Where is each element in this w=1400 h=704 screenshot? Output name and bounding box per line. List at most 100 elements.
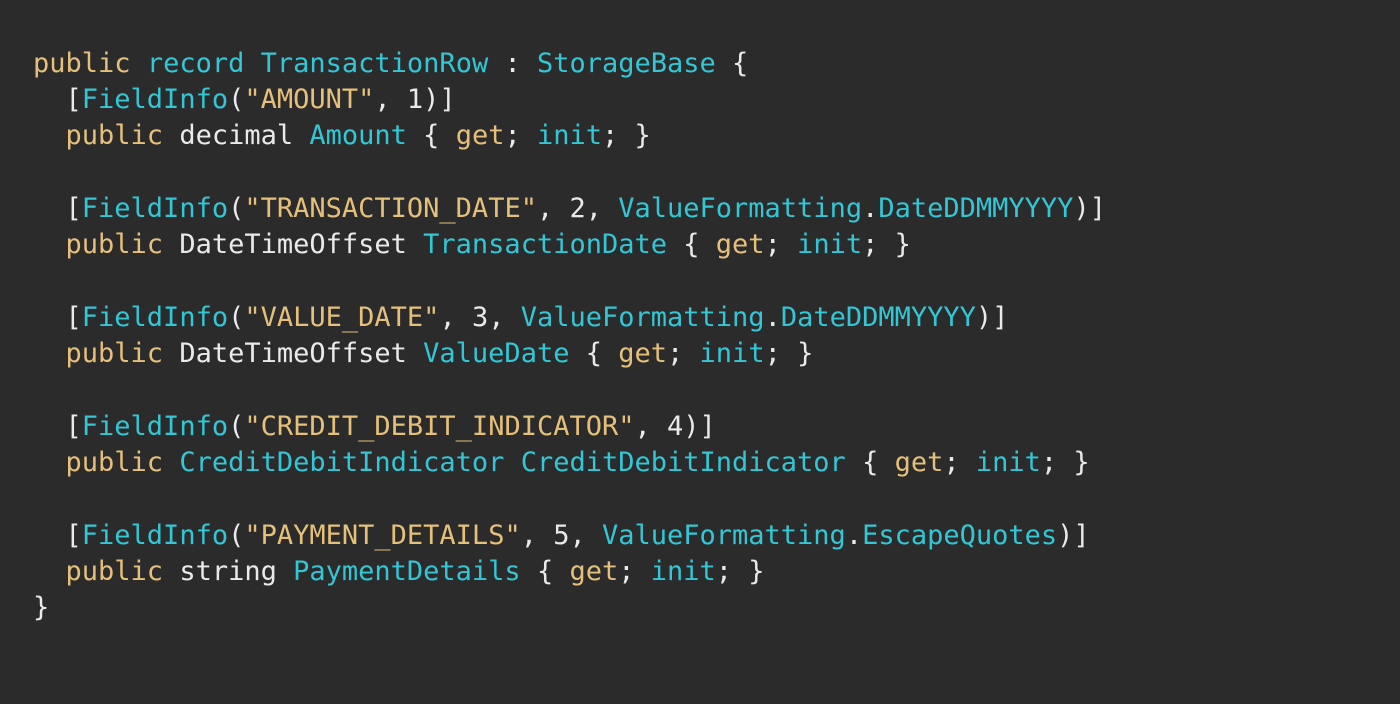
- code-token-plain: ; }: [862, 229, 911, 260]
- code-token-attr: FieldInfo: [81, 302, 229, 333]
- code-token-plain: ; }: [1040, 447, 1090, 478]
- code-token-kw: public: [33, 48, 131, 79]
- code-line: }: [33, 590, 1400, 626]
- code-token-str: "PAYMENT_DETAILS": [244, 520, 521, 551]
- code-token-kw2: init: [797, 229, 863, 260]
- code-line: [FieldInfo("TRANSACTION_DATE", 2, ValueF…: [33, 191, 1400, 227]
- code-line: [FieldInfo("CREDIT_DEBIT_INDICATOR", 4)]: [33, 409, 1400, 445]
- code-token-plain: {: [845, 447, 895, 478]
- code-token-plain: }: [33, 592, 50, 623]
- code-token-plain: )]: [1073, 193, 1106, 224]
- code-token-plain: .: [845, 520, 863, 551]
- code-token-kw: get: [618, 338, 668, 369]
- code-token-attr: FieldInfo: [81, 84, 229, 115]
- code-token-plain: [: [33, 302, 82, 333]
- code-token-kw: public: [65, 447, 164, 478]
- code-token-plain: ;: [764, 229, 798, 260]
- code-token-plain: .: [764, 302, 781, 333]
- code-token-type: DateDDMMYYYY: [878, 193, 1074, 224]
- code-token-kw: public: [65, 556, 164, 587]
- code-token-plain: , 1)]: [374, 84, 456, 115]
- code-token-type: DateDDMMYYYY: [780, 302, 976, 333]
- code-token-ident: ValueDate: [423, 338, 570, 369]
- code-line: [FieldInfo("VALUE_DATE", 3, ValueFormatt…: [33, 300, 1400, 336]
- code-block[interactable]: public record TransactionRow : StorageBa…: [33, 46, 1400, 626]
- code-token-kw2: init: [975, 447, 1041, 478]
- code-token-plain: ; }: [602, 120, 651, 151]
- code-token-str: "TRANSACTION_DATE": [244, 193, 537, 224]
- code-token-kw: public: [65, 338, 164, 369]
- code-token-attr: FieldInfo: [81, 520, 229, 551]
- code-token-plain: ; }: [715, 556, 765, 587]
- code-token-plain: (: [228, 411, 245, 442]
- code-token-kw: get: [894, 447, 944, 478]
- code-token-type: ValueFormatting: [618, 193, 863, 224]
- code-token-type: ValueFormatting: [601, 520, 846, 551]
- code-token-kw: get: [569, 556, 619, 587]
- code-token-ident: PaymentDetails: [293, 556, 521, 587]
- code-editor: public record TransactionRow : StorageBa…: [0, 0, 1400, 704]
- code-token-kw: public: [65, 120, 164, 151]
- code-token-attr: FieldInfo: [81, 193, 229, 224]
- code-token-plain: , 5,: [520, 520, 602, 551]
- code-token-plain: {: [406, 120, 456, 151]
- code-line: public decimal Amount { get; init; }: [33, 118, 1400, 154]
- code-token-plain: (: [228, 520, 245, 551]
- code-token-kw: get: [455, 120, 505, 151]
- code-line: public DateTimeOffset ValueDate { get; i…: [33, 336, 1400, 372]
- code-token-plain: DateTimeOffset: [163, 338, 424, 369]
- code-token-plain: decimal: [163, 120, 310, 151]
- code-token-type: TransactionRow: [260, 48, 489, 79]
- code-token-str: "AMOUNT": [244, 84, 375, 115]
- code-token-plain: )]: [1057, 520, 1090, 551]
- code-token-plain: (: [228, 302, 245, 333]
- code-line: [FieldInfo("AMOUNT", 1)]: [33, 82, 1400, 118]
- code-line: public DateTimeOffset TransactionDate { …: [33, 227, 1400, 263]
- code-token-kw2: init: [537, 120, 603, 151]
- code-token-plain: ;: [504, 120, 537, 151]
- code-token-type: CreditDebitIndicator: [179, 447, 505, 478]
- code-token-plain: ;: [618, 556, 651, 587]
- code-token-plain: [: [33, 411, 82, 442]
- code-token-ident: TransactionDate: [423, 229, 667, 260]
- code-token-kw2: record: [146, 48, 245, 79]
- code-token-attr: FieldInfo: [81, 411, 229, 442]
- code-token-plain: string: [163, 556, 294, 587]
- code-token-str: "VALUE_DATE": [244, 302, 440, 333]
- code-token-type: EscapeQuotes: [862, 520, 1058, 551]
- code-token-plain: ; }: [764, 338, 814, 369]
- code-token-plain: ;: [943, 447, 976, 478]
- code-line: [FieldInfo("PAYMENT_DETAILS", 5, ValueFo…: [33, 518, 1400, 554]
- code-token-plain: ;: [667, 338, 700, 369]
- code-line: public string PaymentDetails { get; init…: [33, 554, 1400, 590]
- code-line: public record TransactionRow : StorageBa…: [33, 46, 1400, 82]
- code-token-plain: DateTimeOffset: [163, 229, 424, 260]
- code-token-plain: (: [228, 84, 245, 115]
- code-token-plain: , 3,: [439, 302, 521, 333]
- code-line: public CreditDebitIndicator CreditDebitI…: [33, 445, 1400, 481]
- code-token-ident: Amount: [309, 120, 407, 151]
- code-token-type: StorageBase: [536, 48, 716, 79]
- code-token-plain: {: [520, 556, 570, 587]
- code-token-str: "CREDIT_DEBIT_INDICATOR": [244, 411, 635, 442]
- code-token-plain: , 2,: [536, 193, 619, 224]
- code-token-plain: {: [715, 48, 749, 79]
- code-token-plain: , 4)]: [634, 411, 716, 442]
- code-token-kw: public: [65, 229, 164, 260]
- code-token-plain: {: [569, 338, 619, 369]
- code-token-plain: .: [862, 193, 879, 224]
- code-token-plain: )]: [975, 302, 1009, 333]
